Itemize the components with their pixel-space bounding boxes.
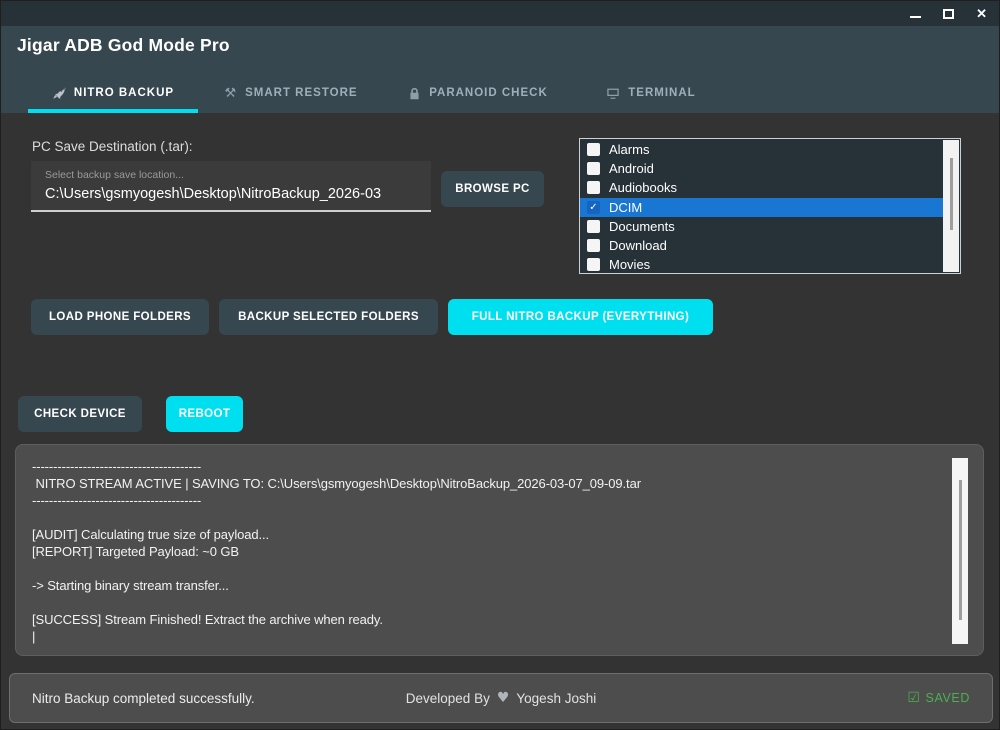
- checkbox-checked-icon: ☑: [907, 690, 920, 706]
- heart-icon: ♥: [497, 690, 510, 706]
- list-item[interactable]: Alarms: [580, 140, 943, 159]
- tab-bar: NITRO BACKUP ⚒ SMART RESTORE PARANOID CH…: [1, 77, 727, 113]
- full-nitro-backup-button[interactable]: FULL NITRO BACKUP (EVERYTHING): [448, 299, 713, 335]
- list-item-label: Documents: [609, 219, 675, 234]
- checkbox[interactable]: [587, 220, 600, 233]
- destination-input[interactable]: Select backup save location... C:\Users\…: [31, 161, 431, 212]
- credit-name: Yogesh Joshi: [516, 691, 596, 706]
- status-message: Nitro Backup completed successfully.: [32, 691, 255, 706]
- folder-list-scrollbar[interactable]: [943, 140, 959, 272]
- header: Jigar ADB God Mode Pro NITRO BACKUP ⚒ SM…: [1, 26, 999, 113]
- maximize-icon: [943, 9, 954, 19]
- list-item-label: Android: [609, 161, 654, 176]
- destination-placeholder: Select backup save location...: [45, 169, 184, 181]
- list-item-label: Movies: [609, 257, 650, 272]
- tab-label: NITRO BACKUP: [74, 87, 174, 99]
- checkbox[interactable]: [587, 143, 600, 156]
- list-item-label: Audiobooks: [609, 180, 677, 195]
- maximize-button[interactable]: [943, 9, 954, 19]
- list-item[interactable]: Movies: [580, 255, 943, 274]
- tools-icon: ⚒: [224, 86, 237, 101]
- backup-selected-folders-button[interactable]: BACKUP SELECTED FOLDERS: [219, 299, 438, 335]
- list-item-label: Download: [609, 238, 667, 253]
- app-title: Jigar ADB God Mode Pro: [17, 35, 230, 56]
- saved-label: SAVED: [926, 691, 970, 705]
- destination-value: C:\Users\gsmyogesh\Desktop\NitroBackup_2…: [45, 186, 427, 202]
- tab-label: PARANOID CHECK: [429, 87, 548, 99]
- checkbox[interactable]: ✓: [587, 201, 600, 214]
- close-icon: ✕: [976, 7, 987, 20]
- checkbox[interactable]: [587, 162, 600, 175]
- tab-smart-restore[interactable]: ⚒ SMART RESTORE: [201, 77, 381, 113]
- saved-badge: ☑ SAVED: [907, 690, 970, 706]
- credit-prefix: Developed By: [406, 691, 490, 706]
- log-panel: ----------------------------------------…: [15, 444, 984, 656]
- list-item-label: DCIM: [609, 200, 642, 215]
- rocket-icon: [52, 86, 66, 100]
- folder-list[interactable]: Alarms Android Audiobooks ✓ DCIM Documen…: [579, 138, 961, 274]
- log-output[interactable]: ----------------------------------------…: [32, 458, 937, 647]
- tab-terminal[interactable]: TERMINAL: [575, 77, 727, 113]
- checkbox[interactable]: [587, 181, 600, 194]
- scrollbar-thumb[interactable]: [950, 158, 953, 230]
- list-item[interactable]: Download: [580, 236, 943, 255]
- status-bar: Nitro Backup completed successfully. Dev…: [9, 673, 993, 723]
- list-item-label: Alarms: [609, 142, 649, 157]
- list-item[interactable]: ✓ DCIM: [580, 198, 943, 217]
- minimize-icon: [910, 16, 921, 18]
- reboot-button[interactable]: REBOOT: [166, 396, 243, 432]
- tab-label: SMART RESTORE: [245, 87, 357, 99]
- tab-nitro-backup[interactable]: NITRO BACKUP: [28, 77, 198, 113]
- terminal-icon: [606, 87, 620, 100]
- tab-label: TERMINAL: [628, 87, 695, 99]
- log-scrollbar[interactable]: [952, 458, 968, 644]
- close-button[interactable]: ✕: [976, 7, 987, 20]
- check-device-button[interactable]: CHECK DEVICE: [18, 396, 142, 432]
- minimize-button[interactable]: [910, 10, 921, 18]
- titlebar: ✕: [1, 1, 999, 26]
- tab-paranoid-check[interactable]: PARANOID CHECK: [384, 77, 572, 113]
- folder-list-rows: Alarms Android Audiobooks ✓ DCIM Documen…: [580, 140, 943, 274]
- lock-icon: [408, 87, 421, 100]
- list-item[interactable]: Android: [580, 159, 943, 178]
- list-item[interactable]: Documents: [580, 217, 943, 236]
- checkbox[interactable]: [587, 258, 600, 271]
- browse-pc-button[interactable]: BROWSE PC: [441, 171, 544, 207]
- checkbox[interactable]: [587, 239, 600, 252]
- list-item[interactable]: Audiobooks: [580, 178, 943, 197]
- load-phone-folders-button[interactable]: LOAD PHONE FOLDERS: [31, 299, 209, 335]
- scrollbar-thumb[interactable]: [959, 480, 962, 620]
- developer-credit: Developed By ♥ Yogesh Joshi: [406, 690, 596, 706]
- destination-label: PC Save Destination (.tar):: [32, 139, 193, 154]
- app-window: ✕ Jigar ADB God Mode Pro NITRO BACKUP ⚒ …: [0, 0, 1000, 730]
